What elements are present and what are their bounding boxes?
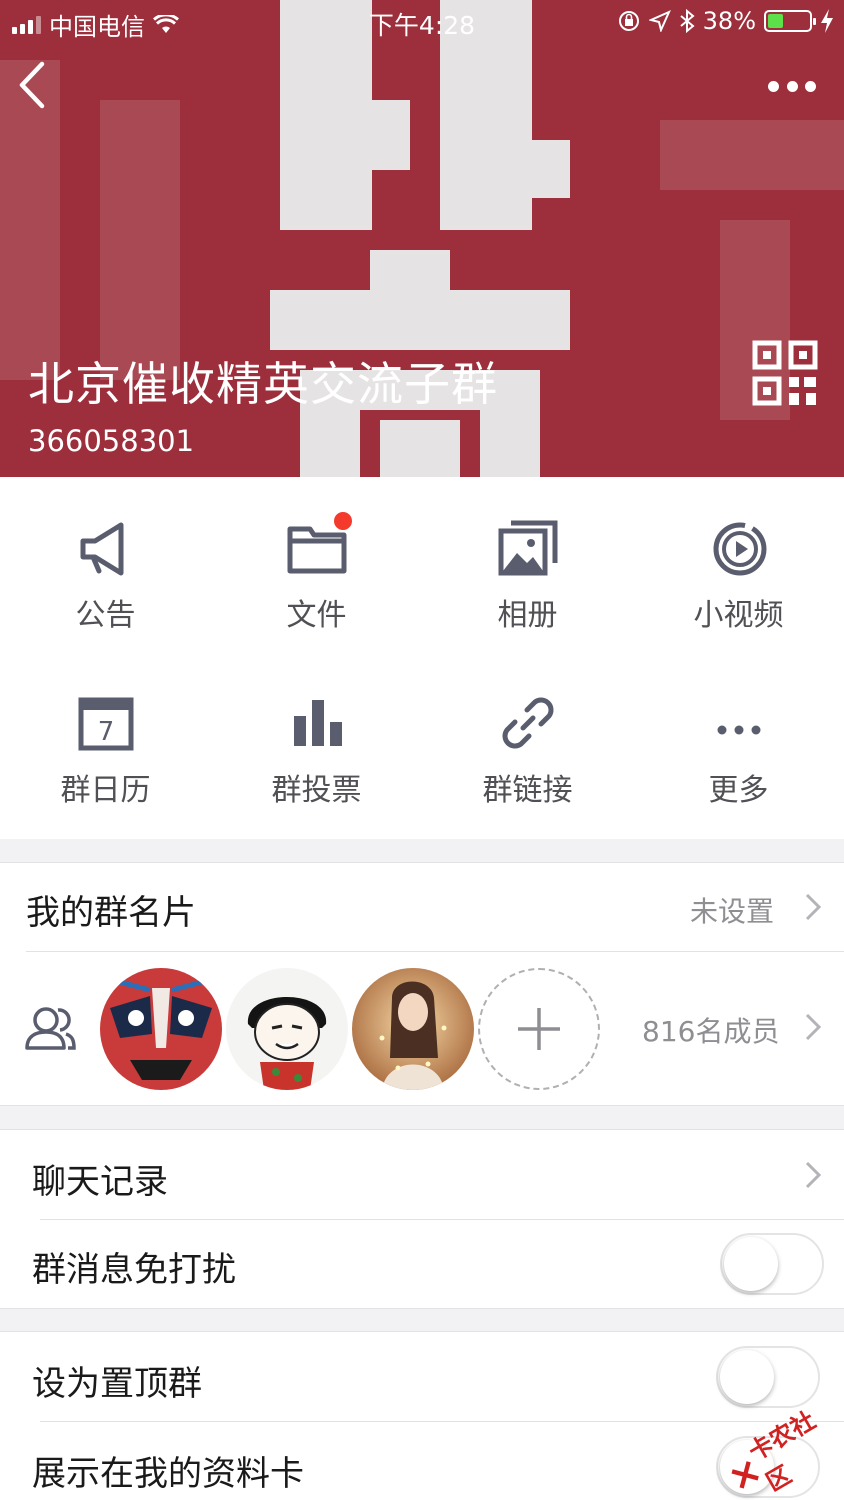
back-button[interactable] [14,60,54,110]
battery-level-fill [768,14,784,28]
add-member-button[interactable] [478,968,600,1090]
show-on-profile-row: 展示在我的资料卡 [0,1422,844,1500]
megaphone-icon [80,522,124,576]
tool-short-video[interactable]: 小视频 [633,477,844,647]
my-group-card-title: 我的群名片 [26,893,196,933]
album-icon [498,520,558,576]
chevron-right-icon [805,1013,822,1041]
member-avatar[interactable] [100,968,222,1090]
tool-label: 小视频 [693,598,784,633]
tool-link[interactable]: 群链接 [422,652,633,822]
chat-settings-section: 聊天记录 群消息免打扰 [0,1129,844,1309]
chevron-right-icon [805,893,822,921]
chat-history-label: 聊天记录 [32,1162,168,1202]
group-card-section: 我的群名片 未设置 816名成员 [0,862,844,1106]
status-bar: 中国电信 下午4:28 38% [0,0,844,44]
more-dots-icon [717,725,761,735]
tool-files[interactable]: 文件 [211,477,422,647]
show-on-profile-label: 展示在我的资料卡 [32,1454,304,1494]
my-group-card-value: 未设置 [690,895,775,928]
group-header: 中国电信 下午4:28 38% 北京催收精英交流子群 366058301 [0,0,844,477]
battery-icon [764,10,816,32]
calendar-day: 7 [98,717,115,747]
chevron-left-icon [19,61,45,109]
members-row[interactable]: 816名成员 [0,952,844,1106]
opera-mask-avatar [100,968,222,1090]
photo-avatar [352,968,474,1090]
video-icon [713,522,767,576]
tool-label: 群投票 [271,773,362,808]
pin-group-row: 设为置顶群 [0,1332,844,1421]
cartoon-face-avatar [226,968,348,1090]
toggle-knob [724,1237,778,1291]
mute-notifications-row: 群消息免打扰 [0,1220,844,1309]
tool-label: 群日历 [60,773,151,808]
files-unread-badge [334,512,352,530]
group-profile-page: 中国电信 下午4:28 38% 北京催收精英交流子群 366058301 公告 … [0,0,844,1500]
location-icon [648,10,671,32]
charging-icon [821,9,833,33]
member-avatar[interactable] [226,968,348,1090]
qr-code-icon[interactable] [752,340,818,406]
tool-label: 相册 [497,598,558,633]
link-icon [502,697,554,749]
bar-chart-icon [294,700,342,746]
more-options-button[interactable] [768,76,816,96]
display-settings-section: 设为置顶群 展示在我的资料卡 [0,1331,844,1500]
tool-vote[interactable]: 群投票 [211,652,422,822]
chat-history-row[interactable]: 聊天记录 [0,1130,844,1219]
mute-notifications-label: 群消息免打扰 [32,1250,236,1290]
group-id: 366058301 [28,424,195,458]
tool-announcement[interactable]: 公告 [0,477,211,647]
member-avatar[interactable] [352,968,474,1090]
tool-calendar[interactable]: 7 群日历 [0,652,211,822]
member-count: 816名成员 [642,1015,780,1048]
tool-more[interactable]: 更多 [633,652,844,822]
tool-album[interactable]: 相册 [422,477,633,647]
chevron-right-icon [805,1161,822,1189]
tool-label: 公告 [75,598,136,633]
orientation-lock-icon [618,11,639,31]
bluetooth-icon [680,9,695,33]
group-name: 北京催收精英交流子群 [28,357,498,411]
toggle-knob [720,1350,774,1404]
group-tools-grid: 公告 文件 相册 小视频 7 群日历 群投票 群链接 更多 [0,477,844,839]
plus-icon [518,1008,560,1050]
tool-label: 文件 [286,598,347,633]
battery-percentage: 38% [702,7,756,35]
tool-label: 更多 [708,773,769,808]
members-icon [25,1007,76,1050]
mute-notifications-toggle[interactable] [720,1233,824,1295]
my-group-card-row[interactable]: 我的群名片 未设置 [0,863,844,951]
calendar-icon: 7 [78,697,134,751]
pin-group-label: 设为置顶群 [32,1364,202,1404]
tool-label: 群链接 [482,773,573,808]
